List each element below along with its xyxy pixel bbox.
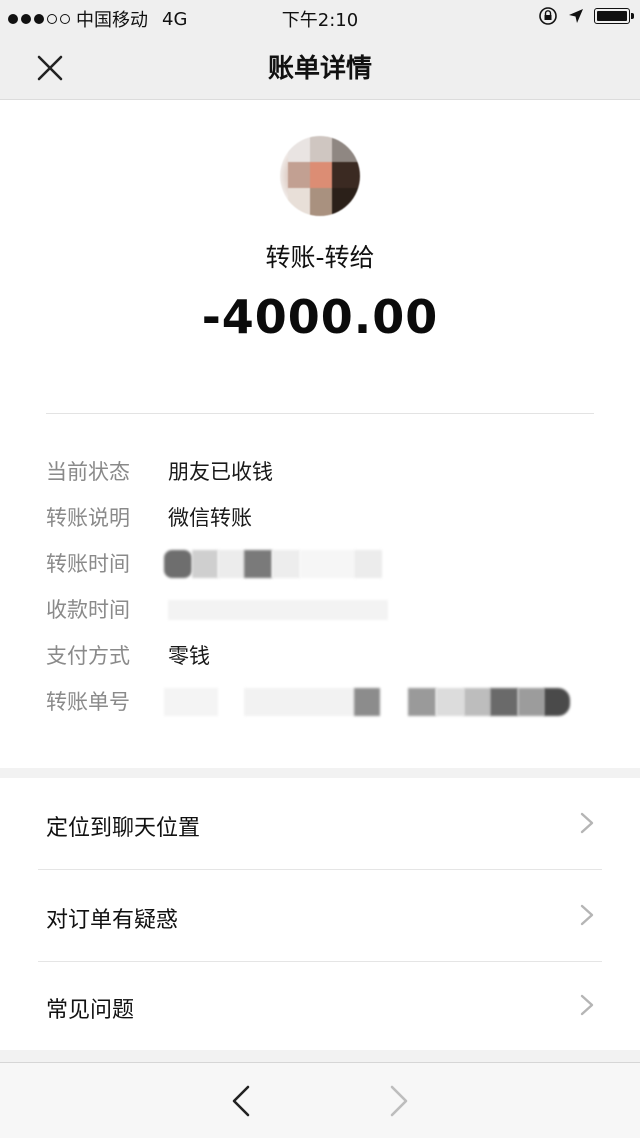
status-bar: 中国移动 4G 下午2:10 [0, 0, 640, 34]
transaction-detail-card: 转账-转给 -4000.00 当前状态 朋友已收钱 转账说明 微信转账 转账时间… [0, 100, 640, 768]
detail-label: 支付方式 [46, 644, 130, 668]
status-right [538, 6, 634, 26]
chevron-right-icon [580, 812, 594, 834]
close-icon [37, 55, 63, 81]
avatar [280, 136, 360, 216]
nav-bar: 账单详情 [0, 34, 640, 100]
detail-value: 微信转账 [168, 506, 252, 530]
transfer-amount: -4000.00 [201, 290, 439, 344]
battery-icon [594, 8, 634, 24]
detail-row-receive-time: 收款时间 [46, 588, 606, 628]
faq-row[interactable]: 常见问题 [0, 960, 640, 1050]
chevron-right-icon [390, 1085, 408, 1117]
detail-row-transfer-number: 转账单号 [46, 680, 606, 720]
locate-chat-position-row[interactable]: 定位到聊天位置 [0, 778, 640, 868]
bottom-toolbar [0, 1062, 640, 1138]
detail-label: 转账说明 [46, 506, 130, 530]
detail-label: 收款时间 [46, 598, 130, 622]
detail-row-transfer-time: 转账时间 [46, 542, 606, 582]
detail-value: 零钱 [168, 644, 210, 668]
chevron-right-icon [580, 994, 594, 1016]
forward-button[interactable] [384, 1083, 414, 1119]
close-button[interactable] [30, 48, 70, 88]
list-item-label: 定位到聊天位置 [46, 816, 201, 841]
list-item-label: 常见问题 [46, 998, 135, 1023]
order-question-row[interactable]: 对订单有疑惑 [0, 870, 640, 960]
detail-row-payment-method: 支付方式 零钱 [46, 634, 606, 674]
action-list: 定位到聊天位置 对订单有疑惑 常见问题 [0, 778, 640, 1050]
chevron-right-icon [580, 904, 594, 926]
detail-label: 转账单号 [46, 690, 130, 714]
detail-label: 当前状态 [46, 460, 130, 484]
detail-value: 朋友已收钱 [168, 460, 273, 484]
chevron-left-icon [232, 1085, 250, 1117]
location-arrow-icon [569, 9, 583, 23]
detail-row-note: 转账说明 微信转账 [46, 496, 606, 536]
transfer-title: 转账-转给 [265, 243, 375, 272]
list-item-label: 对订单有疑惑 [46, 908, 179, 933]
detail-label: 转账时间 [46, 552, 130, 576]
detail-row-status: 当前状态 朋友已收钱 [46, 450, 606, 490]
page-title: 账单详情 [267, 54, 372, 84]
orientation-lock-icon [539, 7, 557, 25]
divider [46, 413, 594, 414]
back-button[interactable] [226, 1083, 256, 1119]
